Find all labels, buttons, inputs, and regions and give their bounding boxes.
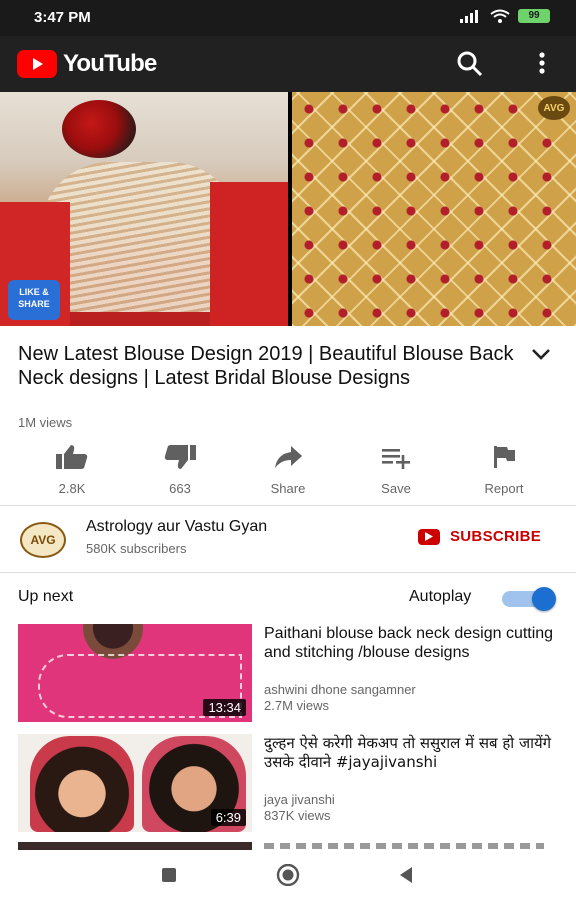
view-count: 2.7M views <box>264 698 330 713</box>
report-button[interactable]: Report <box>459 444 549 496</box>
save-to-playlist-icon <box>382 449 410 469</box>
status-time: 3:47 PM <box>34 9 91 26</box>
autoplay-label: Autoplay <box>409 588 472 605</box>
video-duration: 6:39 <box>210 809 246 826</box>
channel-avatar[interactable]: AVG <box>20 522 66 558</box>
channel-name: ashwini dhone sangamner <box>264 682 416 697</box>
share-icon <box>275 446 302 468</box>
app-bar: YouTube <box>0 36 576 92</box>
battery-level: 99 <box>528 10 540 21</box>
video-thumbnail[interactable]: 6:39 <box>18 734 252 832</box>
home-icon[interactable] <box>276 864 300 886</box>
channel-row: AVG Astrology aur Vastu Gyan 580K subscr… <box>0 508 576 568</box>
chevron-down-icon[interactable] <box>530 346 552 362</box>
share-label: Share <box>270 481 306 496</box>
flag-icon <box>494 446 515 468</box>
autoplay-toggle[interactable] <box>500 586 558 612</box>
like-share-badge: LIKE & SHARE <box>8 280 60 320</box>
wifi-icon <box>490 9 510 23</box>
status-bar: 3:47 PM 99 <box>0 0 576 36</box>
subscribe-button[interactable]: SUBSCRIBE <box>418 528 541 545</box>
like-count: 2.8K <box>58 481 86 496</box>
signal-icon <box>460 10 478 23</box>
sleeve-image <box>210 182 288 326</box>
up-next-label: Up next <box>18 588 74 605</box>
more-options-icon[interactable] <box>530 50 554 78</box>
save-button[interactable]: Save <box>351 444 441 496</box>
youtube-play-icon <box>418 528 440 545</box>
divider <box>0 505 576 506</box>
system-nav-bar <box>0 850 576 900</box>
play-logo-icon <box>17 50 57 78</box>
report-label: Report <box>484 481 524 496</box>
thumbs-up-icon <box>56 445 88 469</box>
search-icon[interactable] <box>456 50 484 78</box>
partial-thumbnail[interactable] <box>18 842 252 850</box>
battery-icon: 99 <box>518 9 550 23</box>
back-icon[interactable] <box>398 866 414 884</box>
view-count: 1M views <box>18 415 73 430</box>
app-name: YouTube <box>63 50 157 77</box>
video-frame-left: LIKE & SHARE <box>0 92 288 326</box>
youtube-logo[interactable]: YouTube <box>17 50 157 78</box>
thumbs-down-icon <box>164 445 196 469</box>
toggle-knob <box>532 587 556 611</box>
dislike-count: 663 <box>169 481 191 496</box>
channel-name[interactable]: Astrology aur Vastu Gyan <box>86 518 267 536</box>
divider <box>0 572 576 573</box>
partial-title <box>264 843 544 849</box>
recents-icon[interactable] <box>161 867 177 883</box>
status-icons: 99 <box>460 9 550 23</box>
channel-name: jaya jivanshi <box>264 792 335 807</box>
video-player[interactable]: LIKE & SHARE AVG <box>0 92 576 326</box>
video-title[interactable]: New Latest Blouse Design 2019 | Beautifu… <box>18 342 518 390</box>
video-frame-right: AVG <box>292 92 576 326</box>
subscribe-label: SUBSCRIBE <box>450 528 542 545</box>
view-count: 837K views <box>264 808 331 823</box>
video-duration: 13:34 <box>203 699 246 716</box>
video-thumbnail[interactable]: 13:34 <box>18 624 252 722</box>
channel-watermark: AVG <box>538 96 570 120</box>
save-label: Save <box>381 481 411 496</box>
subscriber-count: 580K subscribers <box>86 541 187 556</box>
share-button[interactable]: Share <box>243 444 333 496</box>
dislike-button[interactable]: 663 <box>135 444 225 496</box>
video-title[interactable]: दुल्हन ऐसे करेगी मेकअप तो ससुराल में सब … <box>264 734 554 772</box>
video-title[interactable]: Paithani blouse back neck design cutting… <box>264 624 554 662</box>
like-button[interactable]: 2.8K <box>27 444 117 496</box>
face-image <box>30 736 134 832</box>
hair-bun-image <box>62 100 136 158</box>
video-actions: 2.8K 663 Share Save Report <box>0 444 576 500</box>
